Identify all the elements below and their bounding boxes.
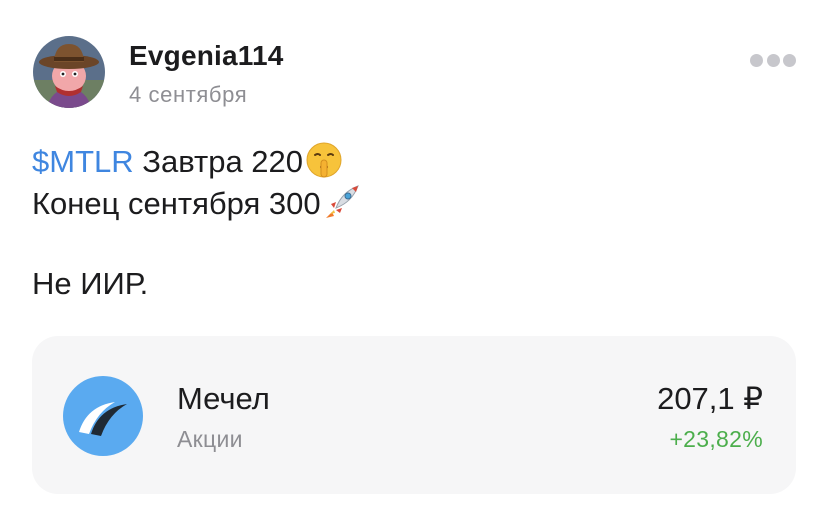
three-dots-icon [750, 53, 763, 67]
post-text-line-1: $MTLR Завтра 220 [32, 140, 344, 182]
instrument-price: 207,1 ₽ [657, 381, 763, 416]
dot-icon [766, 53, 780, 67]
instrument-change: +23,82% [669, 426, 763, 452]
cartoon-cowboy-avatar-icon [33, 36, 105, 108]
line1-text: Завтра 220 [133, 144, 304, 179]
instrument-card[interactable]: Мечел Акции 207,1 ₽ +23,82% [32, 336, 796, 494]
instrument-name: Мечел [177, 381, 270, 416]
shushing-face-emoji-icon [304, 140, 344, 180]
ticker-link[interactable]: $MTLR [32, 144, 134, 179]
instrument-type: Акции [177, 426, 243, 452]
rocket-emoji-icon [322, 182, 362, 222]
mechel-logo-icon [63, 376, 143, 456]
line2-text: Конец сентября 300 [32, 186, 321, 221]
more-options-button[interactable] [750, 50, 796, 70]
post-text-line-2: Конец сентября 300 [32, 182, 362, 224]
post-text-line-3: Не ИИР. [32, 266, 149, 301]
post-date: 4 сентября [129, 82, 248, 107]
post-card: Evgenia114 4 сентября $MTLR Завтра 220 К… [0, 0, 828, 509]
author-name[interactable]: Evgenia114 [129, 40, 284, 72]
dot-icon [783, 53, 796, 67]
author-avatar[interactable] [33, 36, 105, 108]
